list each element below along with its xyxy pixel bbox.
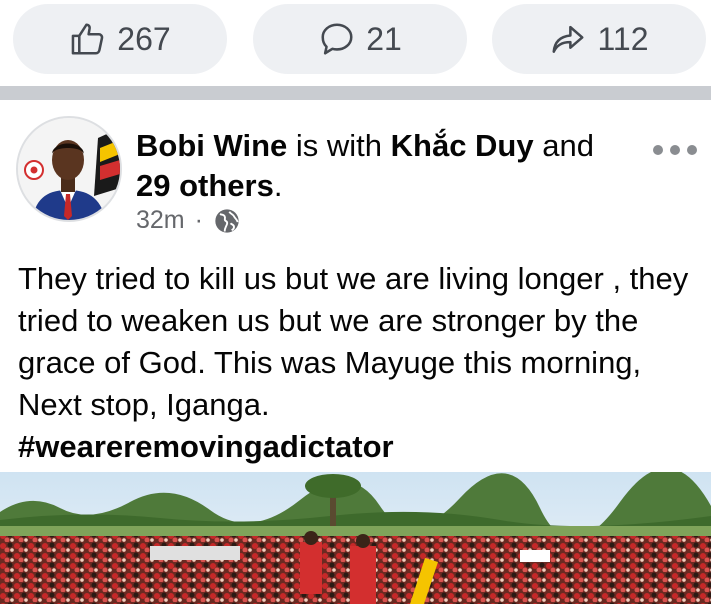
profile-photo <box>18 118 120 220</box>
post-message: They tried to kill us but we are living … <box>18 261 689 422</box>
post-meta: 32m · <box>136 206 241 235</box>
post-photo[interactable] <box>0 472 711 604</box>
others-link[interactable]: 29 others <box>136 168 274 203</box>
dot <box>670 145 680 155</box>
dot <box>687 145 697 155</box>
comment-count: 21 <box>366 20 402 57</box>
period-text: . <box>273 168 283 203</box>
like-button[interactable]: 267 <box>13 4 227 74</box>
meta-separator: · <box>194 206 203 234</box>
and-text: and <box>533 128 594 163</box>
post-timestamp[interactable]: 32m <box>136 206 185 235</box>
avatar[interactable] <box>16 116 122 222</box>
dot <box>653 145 663 155</box>
post-body: They tried to kill us but we are living … <box>18 258 698 468</box>
with-text: is with <box>287 128 391 163</box>
share-button[interactable]: 112 <box>492 4 706 74</box>
post-action-bar: 267 21 112 <box>0 0 711 86</box>
comment-button[interactable]: 21 <box>253 4 467 74</box>
comment-icon <box>321 23 353 55</box>
globe-icon <box>215 208 239 233</box>
like-count: 267 <box>117 20 171 57</box>
crowd-rally-image <box>0 472 711 604</box>
share-arrow-icon <box>552 25 585 53</box>
section-divider <box>0 86 711 100</box>
share-count: 112 <box>597 20 649 57</box>
post-author-line: Bobi Wine is with Khắc Duy and 29 others… <box>136 126 626 206</box>
tagged-user-link[interactable]: Khắc Duy <box>391 128 534 163</box>
more-options-icon[interactable] <box>653 140 697 160</box>
post-header: Bobi Wine is with Khắc Duy and 29 others… <box>0 100 711 250</box>
thumbs-up-icon <box>71 23 104 55</box>
hashtag-link[interactable]: #weareremovingadictator <box>18 426 698 468</box>
author-name-link[interactable]: Bobi Wine <box>136 128 287 163</box>
